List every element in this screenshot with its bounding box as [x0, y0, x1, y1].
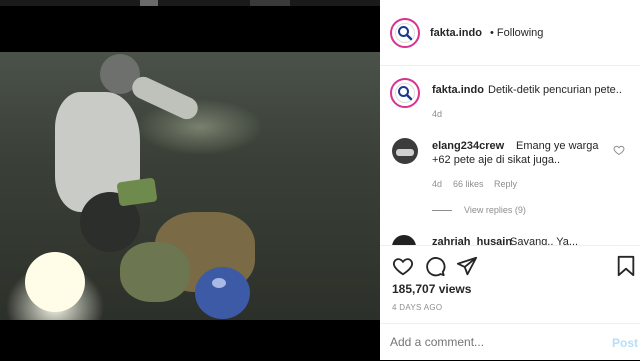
avatar-image	[395, 23, 415, 43]
helmet	[195, 267, 250, 319]
caption-avatar[interactable]	[390, 78, 420, 108]
post-video[interactable]	[0, 0, 380, 360]
green-sign	[116, 177, 158, 207]
bookmark-icon[interactable]	[616, 255, 636, 277]
comment-item: zahriah_husain Sayang.. Ya...	[380, 232, 640, 245]
view-replies-button[interactable]: View replies (9)	[464, 205, 526, 215]
heart-icon[interactable]	[392, 255, 414, 277]
strip-mark	[140, 0, 158, 6]
comment-username[interactable]: zahriah_husain	[432, 236, 512, 245]
caption-age[interactable]: 4d	[432, 109, 442, 119]
share-icon[interactable]	[456, 255, 478, 277]
caption-username[interactable]: fakta.indo	[432, 84, 484, 96]
action-bar-divider	[380, 245, 640, 246]
comment-text: Sayang.. Ya...	[510, 236, 579, 245]
comment-icon[interactable]	[424, 255, 446, 277]
comment-input[interactable]	[390, 334, 590, 350]
post-header: fakta.indo • Following	[380, 0, 640, 66]
avatar-image	[396, 149, 414, 156]
person-arm	[128, 73, 202, 123]
view-replies-divider	[432, 210, 452, 211]
comment-username[interactable]: elang234crew	[432, 140, 504, 152]
video-frame[interactable]	[0, 52, 380, 320]
search-icon	[398, 86, 413, 101]
commenter-avatar[interactable]	[392, 138, 418, 164]
headlight	[25, 252, 85, 312]
comment-text-line: Emang ye warga	[516, 140, 599, 152]
avatar[interactable]	[390, 18, 420, 48]
small-heart-icon[interactable]	[613, 144, 625, 156]
reply-button[interactable]: Reply	[494, 179, 517, 189]
post-date[interactable]: 4 DAYS AGO	[392, 303, 442, 312]
top-strip	[0, 0, 380, 6]
add-comment-bar: Post	[380, 323, 640, 361]
caption-text: Detik-detik pencurian pete..	[488, 84, 622, 96]
helmet-shine	[212, 278, 226, 288]
commenter-avatar[interactable]	[392, 235, 416, 245]
post-username[interactable]: fakta.indo	[430, 27, 482, 39]
comment-text-line: +62 pete aje di sikat juga..	[432, 154, 561, 166]
view-count[interactable]: 185,707 views	[392, 282, 471, 296]
strip-mark	[250, 0, 290, 6]
comment-likes[interactable]: 66 likes	[453, 179, 484, 189]
post-comment-button[interactable]: Post	[612, 336, 638, 350]
leaves	[120, 242, 190, 302]
search-icon	[398, 26, 413, 41]
follow-status[interactable]: • Following	[490, 27, 543, 39]
comment-age[interactable]: 4d	[432, 179, 442, 189]
post-sidebar: fakta.indo • Following fakta.indo Detik-…	[380, 0, 640, 360]
avatar-image	[395, 83, 415, 103]
